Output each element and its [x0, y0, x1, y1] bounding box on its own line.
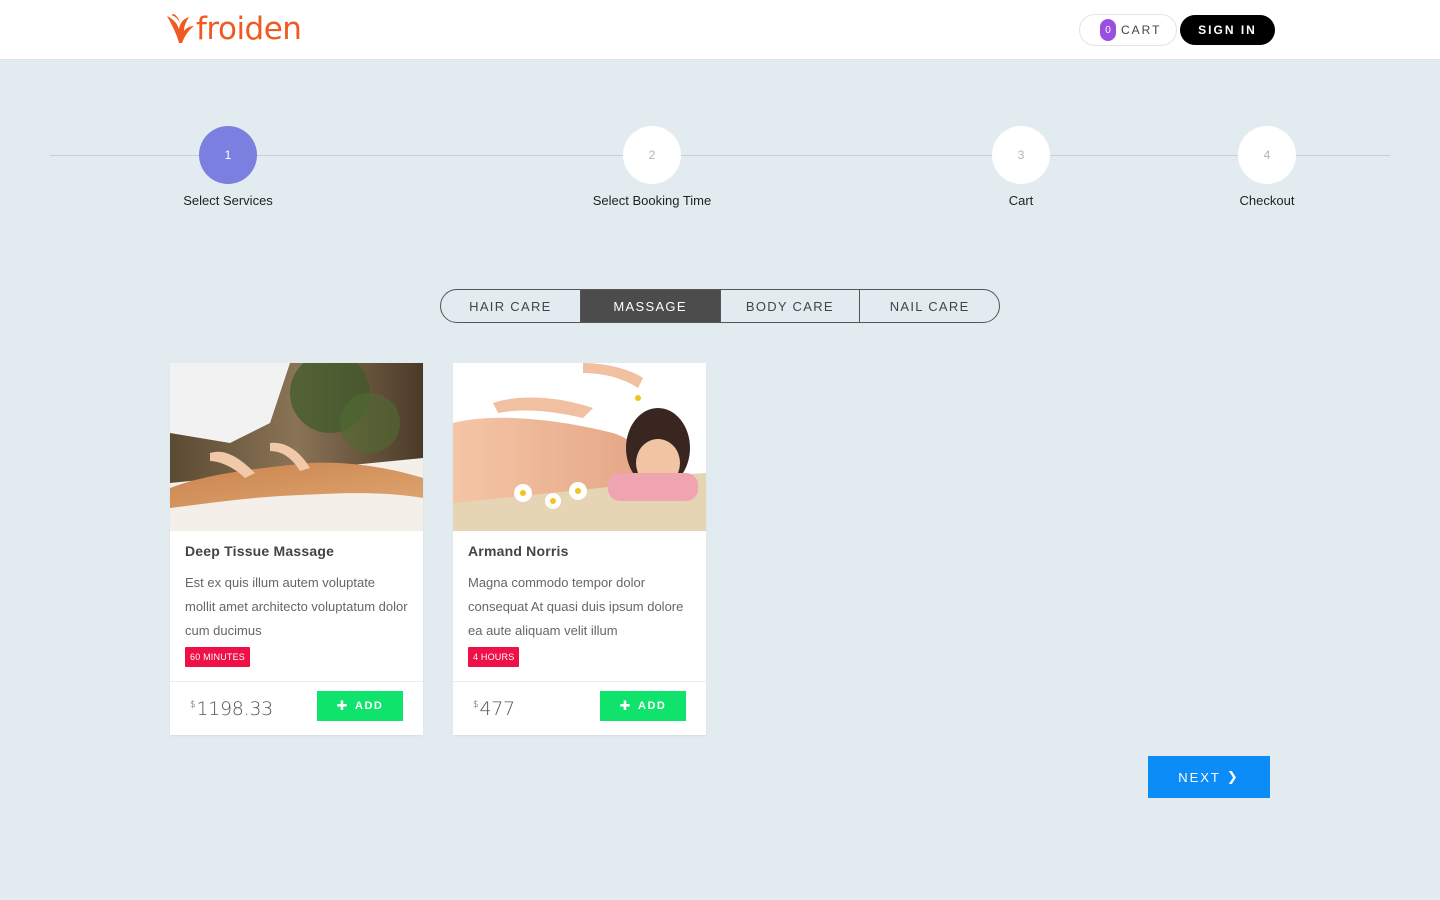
service-title: Armand Norris: [468, 543, 569, 559]
step-checkout: 4 Checkout: [1167, 126, 1367, 208]
step-number: 3: [992, 126, 1050, 184]
cart-label: CART: [1121, 23, 1162, 37]
step-select-booking-time: 2 Select Booking Time: [552, 126, 752, 208]
currency-symbol: $: [190, 700, 196, 710]
add-to-cart-button[interactable]: ✚ ADD: [317, 691, 403, 721]
category-tabs: HAIR CARE MASSAGE BODY CARE NAIL CARE: [440, 289, 1000, 323]
card-footer: $1198.33 ✚ ADD: [170, 681, 423, 735]
service-card: Deep Tissue Massage Est ex quis illum au…: [170, 363, 423, 735]
step-select-services: 1 Select Services: [128, 126, 328, 208]
plus-icon: ✚: [619, 698, 633, 713]
service-title: Deep Tissue Massage: [185, 543, 335, 559]
service-description: Est ex quis illum autem voluptate mollit…: [185, 575, 408, 638]
duration-badge: 60 MINUTES: [185, 647, 251, 667]
sign-in-button[interactable]: SIGN IN: [1180, 15, 1275, 45]
next-label: NEXT: [1178, 769, 1221, 785]
step-number: 1: [199, 126, 257, 184]
service-image-leg-massage: [170, 363, 423, 531]
brand-logo[interactable]: froiden: [165, 10, 302, 47]
currency-symbol: $: [473, 700, 479, 710]
price-value: 477: [479, 698, 515, 720]
brand-name: froiden: [196, 10, 302, 47]
service-card: Armand Norris Magna commodo tempor dolor…: [453, 363, 706, 735]
service-price: $1198.33: [190, 698, 273, 720]
next-button[interactable]: NEXT ❯: [1148, 756, 1270, 798]
card-footer: $477 ✚ ADD: [453, 681, 706, 735]
service-description: Magna commodo tempor dolor consequat At …: [468, 575, 684, 638]
step-label: Select Services: [183, 193, 273, 208]
step-label: Cart: [1008, 193, 1034, 208]
service-price: $477: [473, 698, 515, 720]
add-to-cart-button[interactable]: ✚ ADD: [600, 691, 686, 721]
cart-count-badge: 0: [1100, 19, 1116, 41]
price-value: 1198.33: [196, 698, 273, 720]
step-label: Checkout: [1239, 193, 1295, 208]
cart-button[interactable]: 0 CART: [1079, 14, 1177, 46]
top-navbar: froiden 0 CART SIGN IN: [0, 0, 1440, 60]
tab-nail-care[interactable]: NAIL CARE: [860, 290, 999, 322]
step-label: Select Booking Time: [592, 193, 712, 208]
duration-badge: 4 HOURS: [468, 647, 520, 667]
service-image-back-massage: [453, 363, 706, 531]
step-number: 4: [1238, 126, 1296, 184]
step-number: 2: [623, 126, 681, 184]
add-label: ADD: [355, 700, 384, 712]
tab-massage[interactable]: MASSAGE: [580, 290, 721, 322]
tab-hair-care[interactable]: HAIR CARE: [441, 290, 581, 322]
bird-logo-icon: [167, 14, 194, 43]
add-label: ADD: [638, 700, 667, 712]
step-cart: 3 Cart: [921, 126, 1121, 208]
chevron-right-icon: ❯: [1226, 769, 1240, 784]
tab-body-care[interactable]: BODY CARE: [721, 290, 861, 322]
plus-icon: ✚: [336, 698, 350, 713]
